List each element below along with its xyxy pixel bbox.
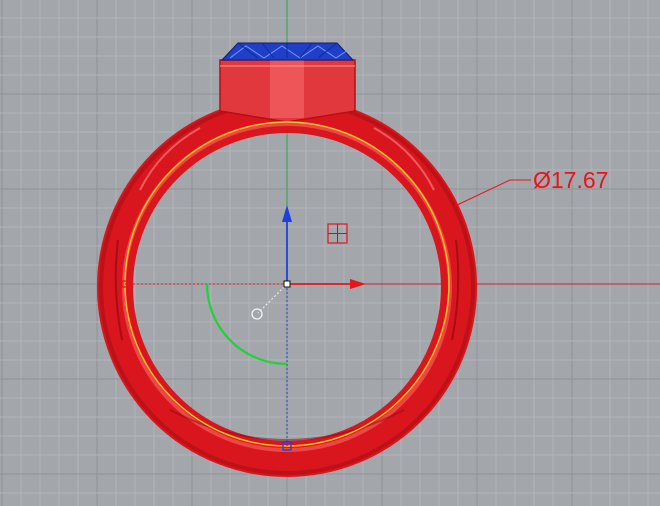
gumball-x-arrowhead-icon[interactable] — [350, 279, 366, 289]
viewport-front[interactable]: Ø17.67 — [0, 0, 660, 506]
origin-square-icon[interactable] — [283, 280, 291, 288]
viewport-canvas[interactable] — [0, 0, 660, 506]
circle-handle-icon[interactable] — [251, 308, 263, 320]
dimension-leader[interactable] — [454, 179, 531, 207]
ring-bezel[interactable] — [219, 59, 356, 123]
gumball-pivot-link — [257, 283, 288, 314]
gemstone[interactable] — [220, 42, 355, 61]
diameter-dimension-label[interactable]: Ø17.67 — [533, 166, 608, 194]
